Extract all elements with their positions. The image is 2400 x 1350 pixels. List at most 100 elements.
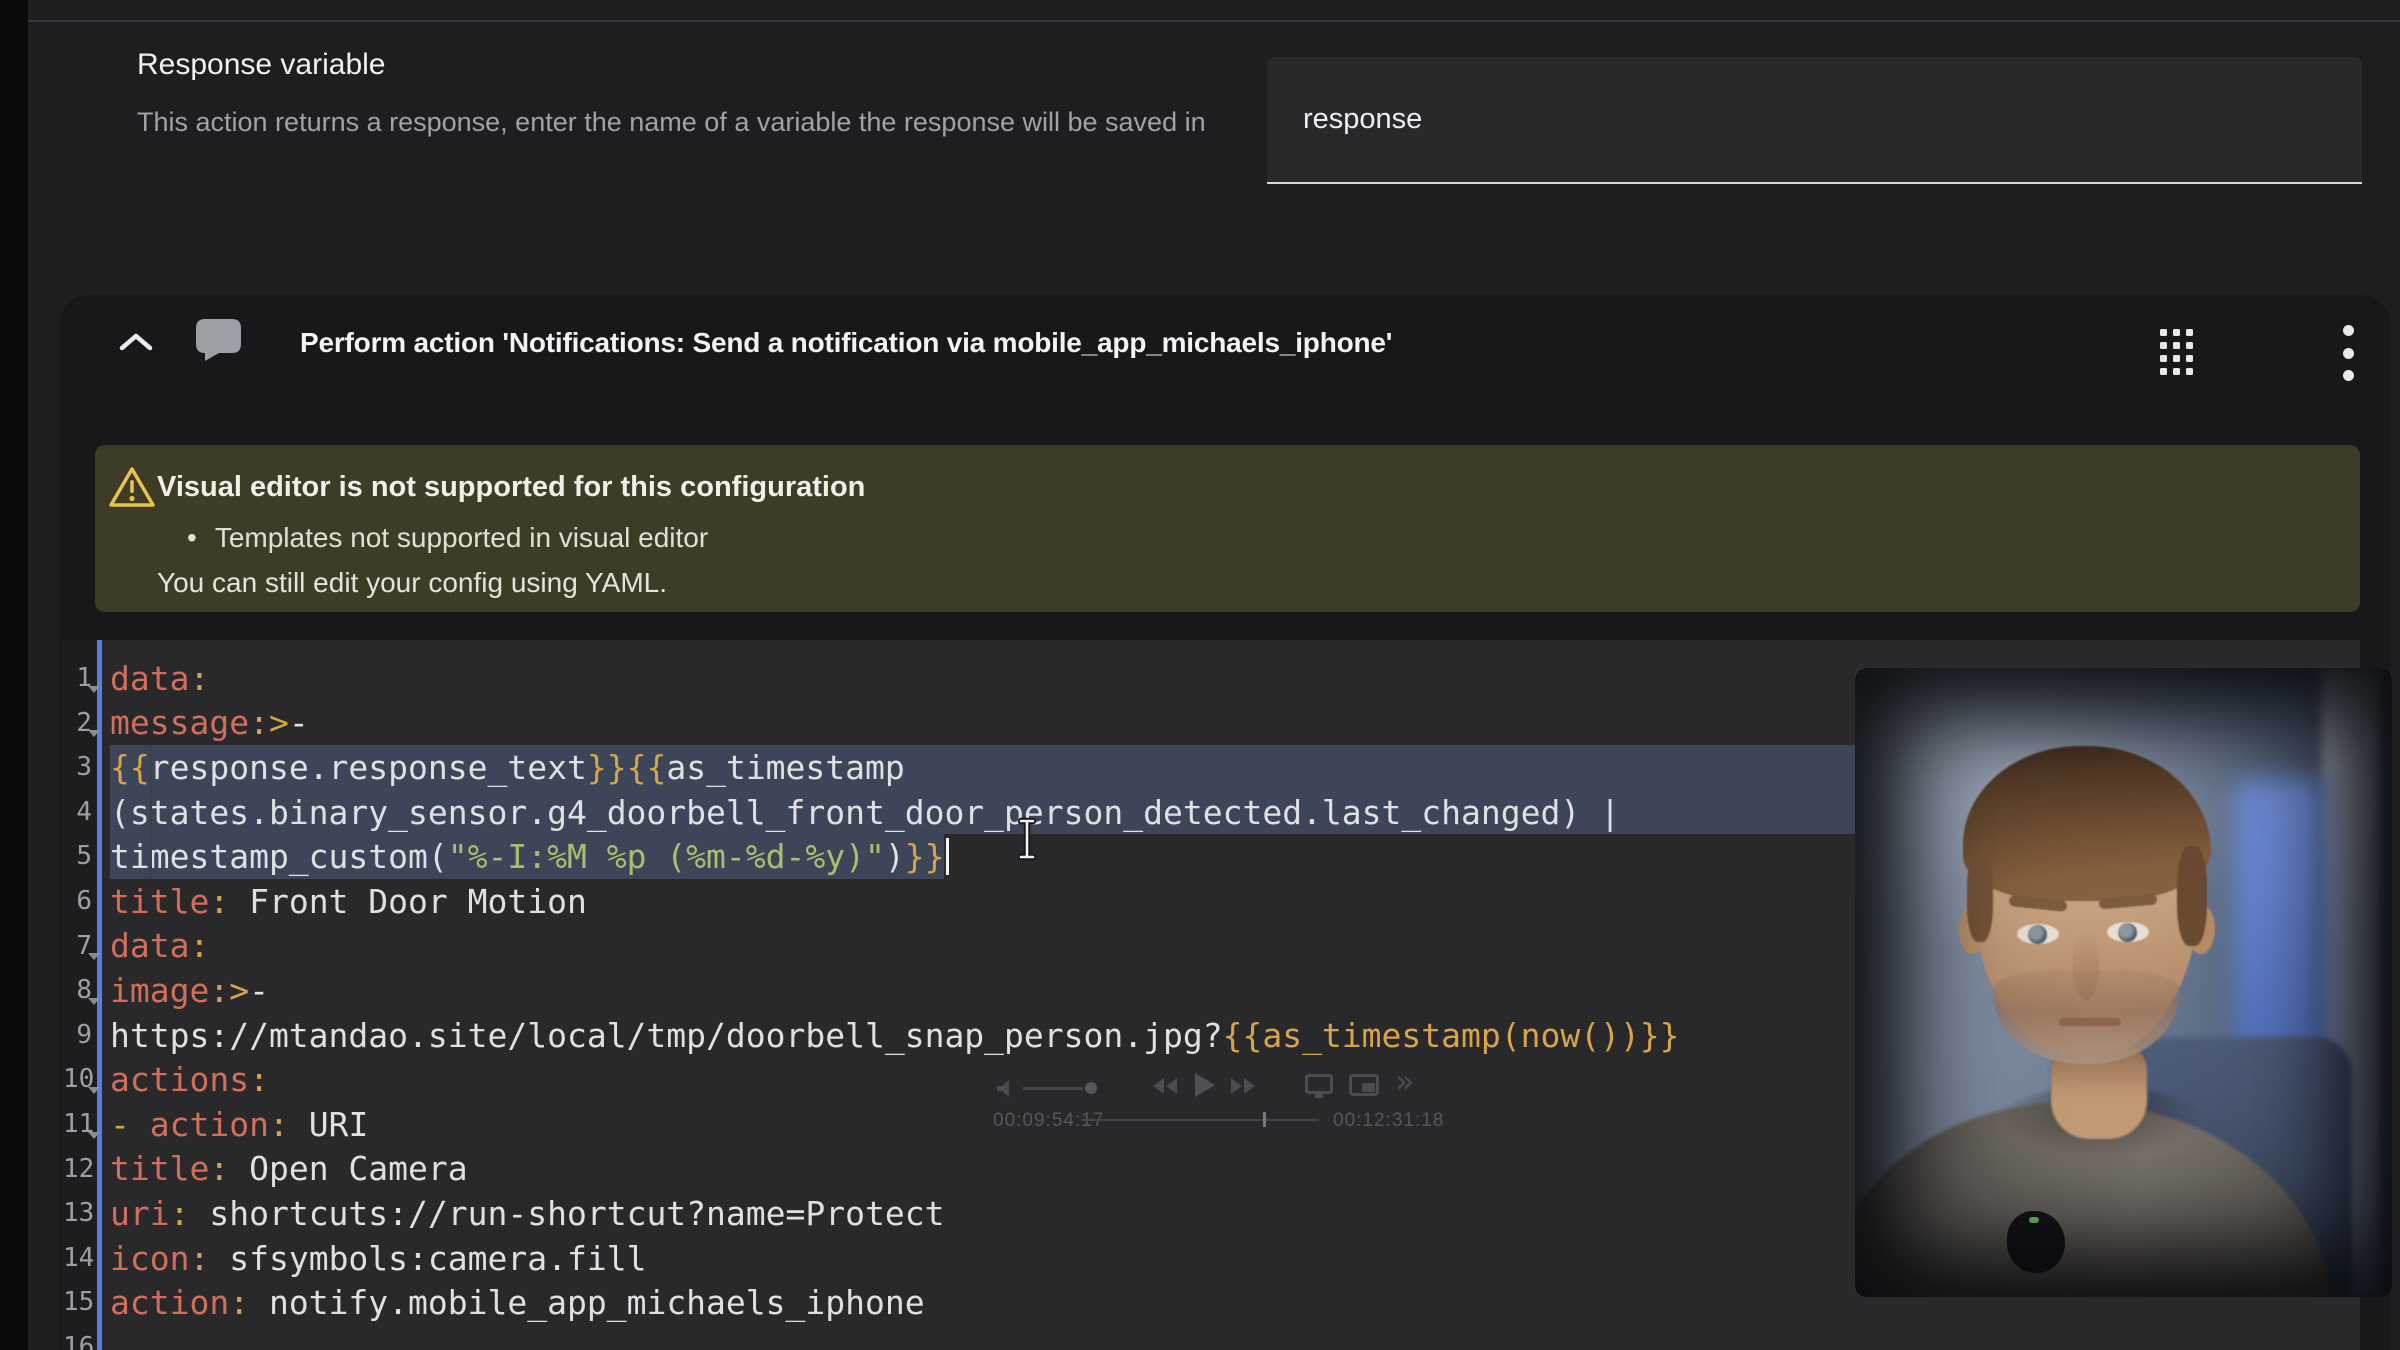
volume-icon[interactable] (997, 1080, 1009, 1097)
chevron-up-icon (119, 332, 153, 355)
code-token: image (110, 970, 210, 1010)
line-number: 7 (63, 924, 100, 969)
volume-slider-thumb[interactable] (1085, 1082, 1097, 1094)
response-variable-label: Response variable (137, 48, 386, 81)
picture-in-picture-icon[interactable] (1349, 1074, 1379, 1096)
page-left-gutter (0, 0, 28, 1350)
code-token: notify.mobile_app_michaels_iphone (249, 1283, 925, 1323)
code-token: title (110, 881, 210, 921)
section-divider (28, 20, 2400, 22)
code-token: > (268, 703, 289, 743)
text-caret (946, 838, 950, 875)
fullscreen-monitor-icon[interactable] (1305, 1074, 1333, 1098)
line-number: 9 (76, 1019, 92, 1050)
line-number: 13 (63, 1198, 95, 1229)
code-token: "%-I:%M %p (%m-%d-%y)" (447, 834, 885, 879)
comment-icon (194, 317, 242, 363)
code-token: as_timestamp (666, 745, 905, 790)
fast-forward-icon[interactable] (1244, 1078, 1255, 1094)
response-variable-description: This action returns a response, enter th… (137, 107, 1206, 137)
fold-chevron-icon[interactable] (88, 997, 100, 1005)
fold-chevron-icon[interactable] (88, 1131, 100, 1139)
timecode-total: 00:12:31:18 (1333, 1110, 1445, 1131)
code-token: uri (110, 1193, 170, 1233)
warning-title: Visual editor is not supported for this … (157, 471, 866, 503)
code-token: shortcuts://run-shortcut?name=Protect (189, 1193, 945, 1233)
code-token: sfsymbols:camera.fill (209, 1238, 647, 1278)
code-token: data (110, 926, 190, 966)
mouse-ibeam-cursor (1016, 816, 1038, 867)
line-number: 12 (63, 1153, 95, 1184)
code-token: response.response_text (149, 745, 587, 790)
rewind-icon[interactable] (1166, 1078, 1177, 1094)
line-number: 4 (76, 796, 92, 827)
warning-triangle-icon (109, 465, 155, 514)
code-token: {{as_timestamp(now())}} (1222, 1015, 1680, 1055)
code-token: icon (110, 1238, 190, 1278)
fold-chevron-icon[interactable] (88, 953, 100, 961)
warning-bullet-item: Templates not supported in visual editor (187, 522, 708, 554)
fold-chevron-icon[interactable] (88, 1086, 100, 1094)
code-token: URI (288, 1104, 369, 1144)
code-token: action (110, 1283, 230, 1323)
line-number: 1 (63, 656, 100, 701)
line-number: 16 (63, 1331, 95, 1350)
code-token: }} (904, 834, 945, 879)
code-token: action (149, 1104, 269, 1144)
line-number: 14 (63, 1242, 95, 1273)
code-token: }} (586, 745, 627, 790)
code-token: : (268, 1104, 289, 1144)
code-token: Front Door Motion (229, 881, 587, 921)
fast-forward-icon[interactable] (1231, 1078, 1242, 1094)
progress-marker[interactable] (1263, 1112, 1266, 1127)
code-token: - (110, 1104, 150, 1144)
more-options-button[interactable] (2336, 325, 2360, 381)
code-token: {{ (626, 745, 667, 790)
line-number: 6 (76, 885, 92, 916)
code-token: message (110, 703, 250, 743)
line-number: 8 (63, 968, 100, 1013)
collapse-card-button[interactable] (104, 321, 168, 365)
code-token: Open Camera (229, 1149, 468, 1189)
code-token: : (209, 881, 230, 921)
line-number: 5 (76, 841, 92, 872)
code-token: {{ (110, 745, 150, 790)
webcam-overlay (1855, 668, 2392, 1297)
action-card-title: Perform action 'Notifications: Send a no… (300, 327, 1393, 358)
code-token: https://mtandao.site/local/tmp/doorbell_… (110, 1015, 1223, 1055)
code-token: timestamp_custom( (110, 834, 448, 879)
code-token: : (209, 1149, 230, 1189)
line-number: 10 (63, 1057, 100, 1102)
code-token: : (229, 1283, 250, 1323)
rewind-icon[interactable] (1153, 1078, 1164, 1094)
code-token: : (169, 1193, 190, 1233)
code-line[interactable]: 16 (63, 1325, 2360, 1350)
timecode-elapsed: 00:09:54:17 (993, 1110, 1105, 1131)
code-token: - (249, 970, 269, 1010)
webcam-vignette (1855, 668, 2392, 1297)
play-icon[interactable] (1195, 1073, 1215, 1097)
code-token: data (110, 658, 190, 698)
code-token: title (110, 1149, 210, 1189)
fold-chevron-icon[interactable] (88, 730, 100, 738)
response-variable-input[interactable] (1267, 57, 2362, 182)
volume-slider[interactable] (1023, 1087, 1083, 1090)
code-token: > (229, 970, 250, 1010)
drag-handle-icon[interactable] (2160, 329, 2193, 375)
progress-bar[interactable] (1081, 1119, 1319, 1121)
code-token: actions (110, 1060, 250, 1100)
line-number: 2 (63, 701, 100, 746)
video-player-ghost-controls: 00:09:54:17 00:12:31:18 (983, 1068, 1503, 1148)
line-number: 3 (76, 752, 92, 783)
line-number: 11 (63, 1102, 100, 1147)
skip-chevrons-icon[interactable] (1395, 1062, 1415, 1100)
fold-chevron-icon[interactable] (88, 685, 100, 693)
response-variable-field[interactable] (1267, 57, 2362, 184)
code-token: (states.binary_sensor.g4_doorbell_front_… (110, 789, 1620, 835)
code-token: ) (884, 834, 905, 879)
line-number: 15 (63, 1287, 95, 1318)
page: { "response_variable": { "label": "Respo… (0, 0, 2400, 1350)
code-token: - (288, 703, 309, 743)
code-token: : (249, 1060, 269, 1100)
code-token: : (249, 703, 269, 743)
